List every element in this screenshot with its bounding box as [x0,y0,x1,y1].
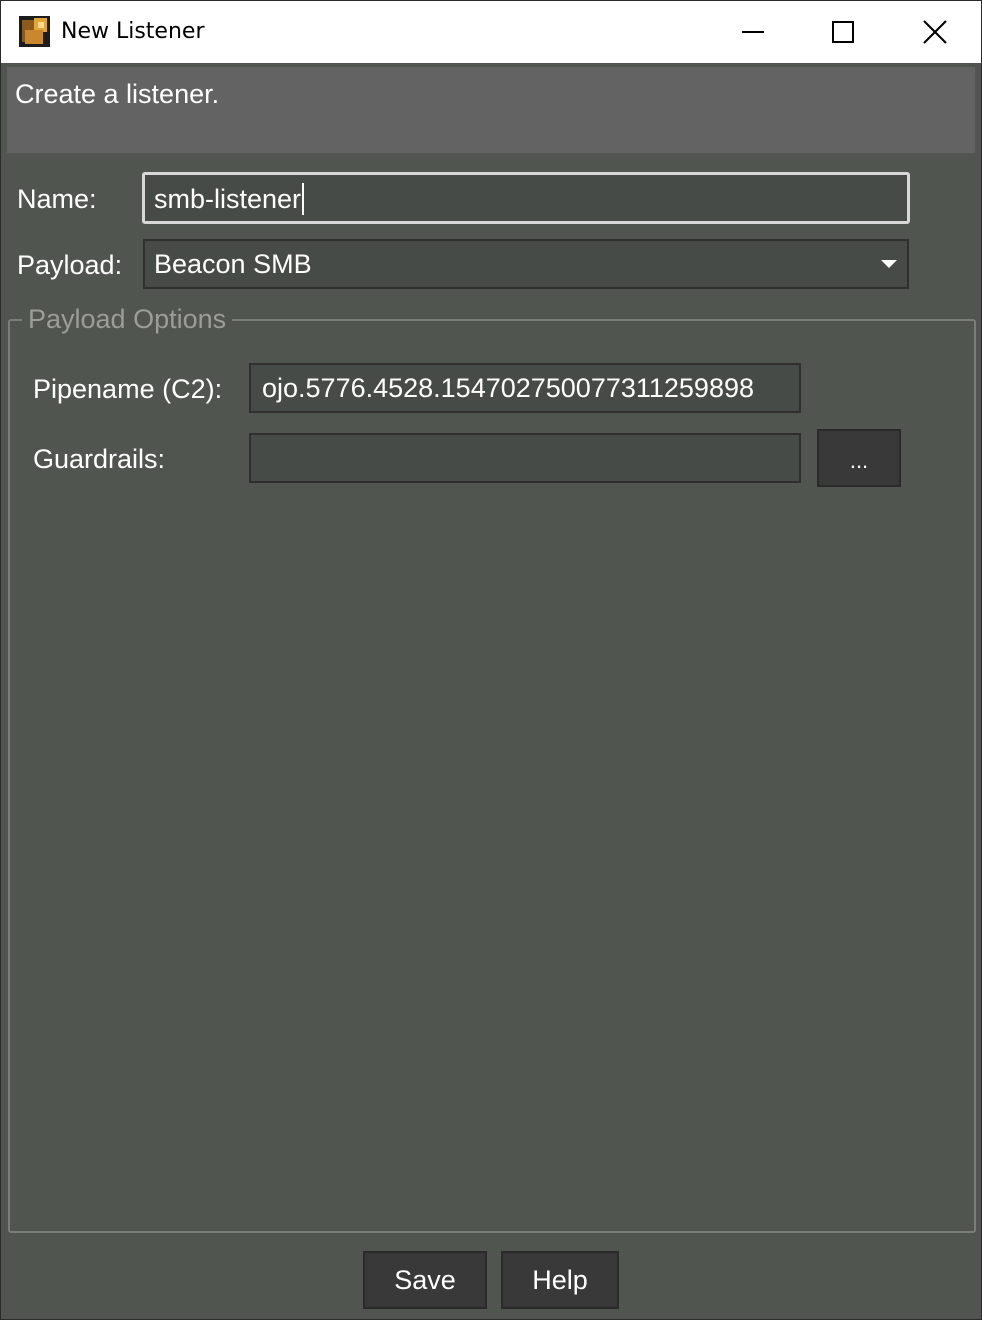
close-button[interactable] [890,1,980,63]
close-icon [923,20,947,44]
guardrails-browse-button[interactable]: ... [817,429,901,487]
new-listener-dialog: New Listener Create a listener. Name: sm… [0,0,982,1320]
pipename-label: Pipename (C2): [33,374,223,404]
maximize-button[interactable] [798,1,888,63]
app-icon [19,16,50,47]
payload-select[interactable]: Beacon SMB [143,239,909,289]
guardrails-input[interactable] [249,433,801,483]
save-button-label: Save [394,1264,456,1295]
name-input[interactable]: smb-listener [142,172,910,224]
payload-label: Payload: [17,250,123,280]
help-button[interactable]: Help [501,1251,619,1309]
pipename-input-value: ojo.5776.4528.15470275007731125989​8 [262,373,754,403]
description-panel: Create a listener. [7,67,975,153]
description-text: Create a listener. [15,79,220,109]
minimize-button[interactable] [708,1,798,63]
payload-options-legend: Payload Options [22,303,233,335]
help-button-label: Help [532,1264,588,1295]
guardrails-browse-label: ... [849,448,869,473]
guardrails-label: Guardrails: [33,444,166,474]
minimize-icon [742,31,764,33]
name-label: Name: [17,184,97,214]
chevron-down-icon[interactable] [881,260,897,268]
maximize-icon [832,21,854,43]
name-input-value: smb-listener [154,184,302,214]
text-caret [302,183,305,215]
pipename-input[interactable]: ojo.5776.4528.15470275007731125989​8 [249,363,801,413]
window-title: New Listener [61,19,205,44]
payload-selected-value: Beacon SMB [154,249,312,279]
save-button[interactable]: Save [363,1251,487,1309]
title-bar[interactable]: New Listener [1,1,981,63]
